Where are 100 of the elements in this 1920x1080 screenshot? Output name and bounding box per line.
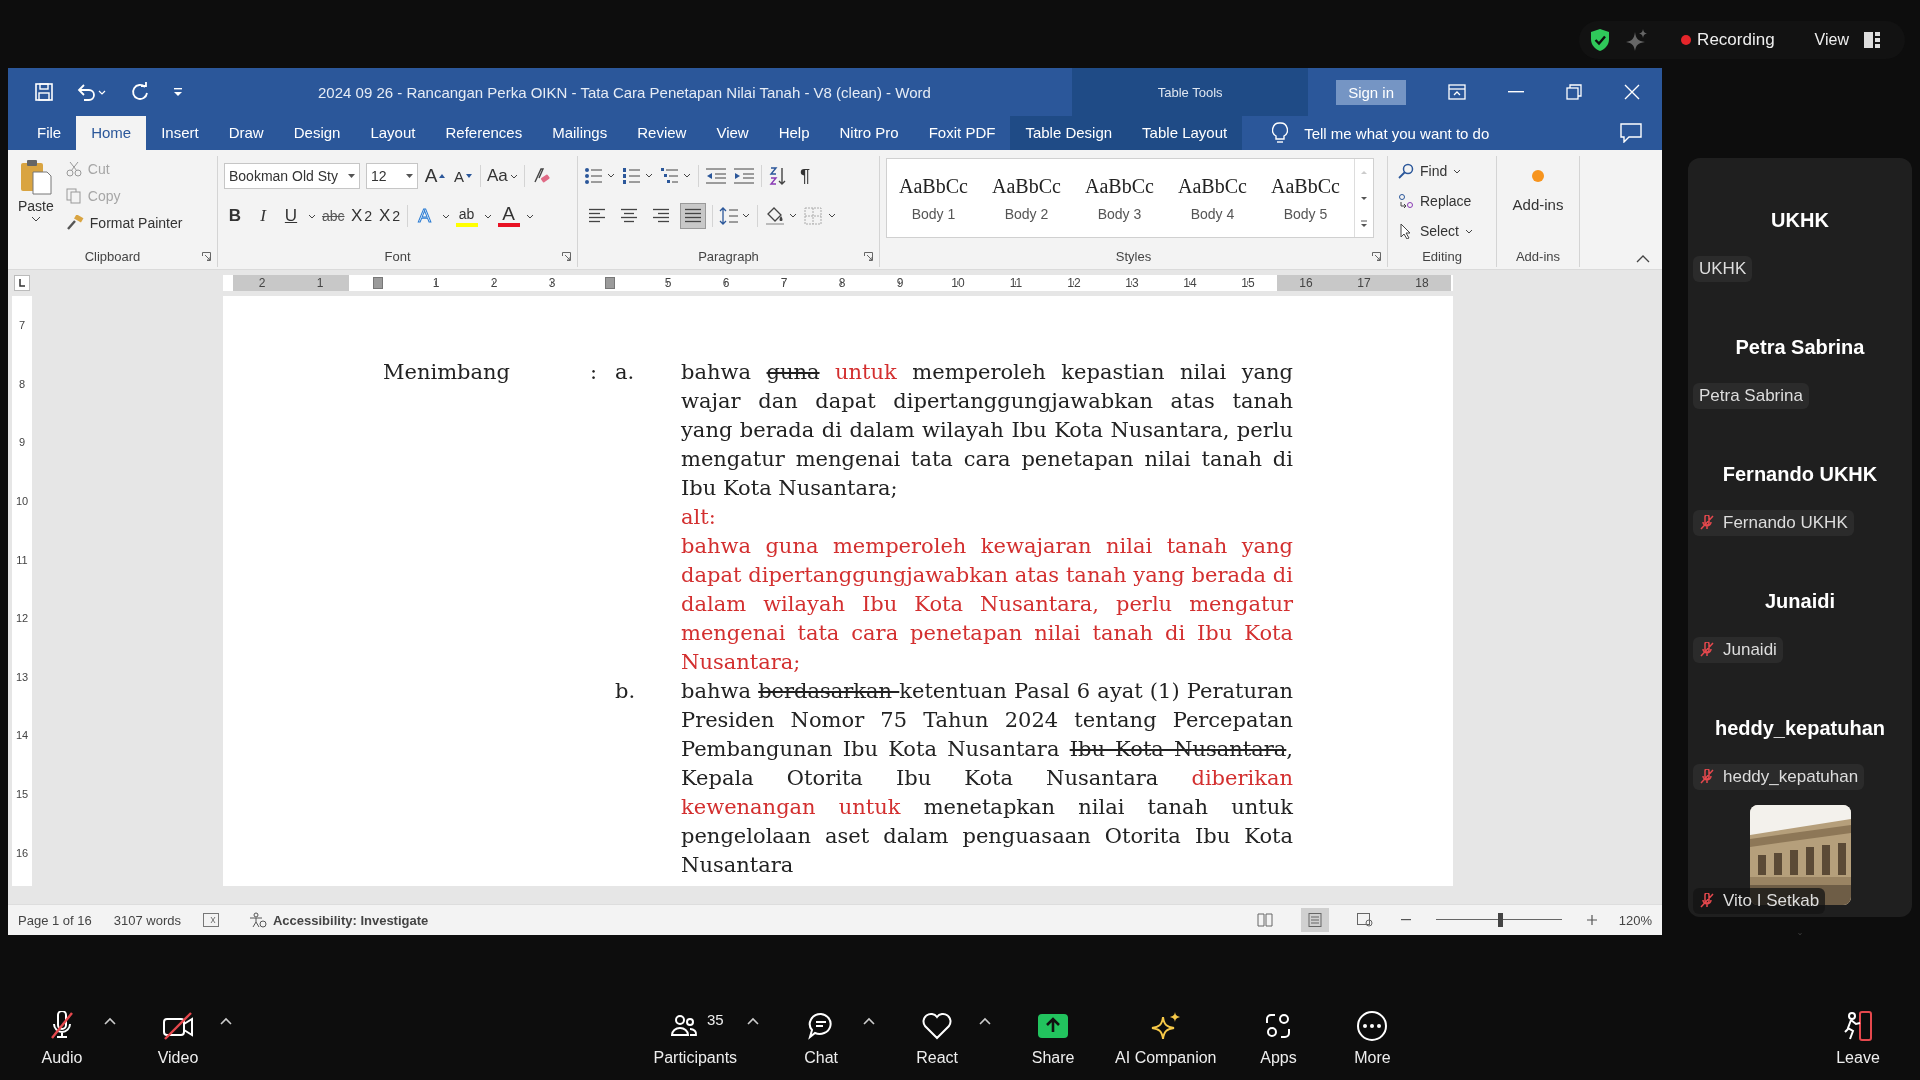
recording-label[interactable]: Recording: [1697, 30, 1775, 50]
caret-icon: [509, 173, 518, 179]
print-view-button[interactable]: [1300, 908, 1329, 932]
style-item[interactable]: AaBbCc Body 5: [1259, 159, 1352, 237]
view-button[interactable]: View: [1814, 31, 1849, 49]
ribbon-tab[interactable]: Draw: [213, 116, 279, 150]
leave-button[interactable]: Leave: [1826, 1008, 1890, 1067]
ruler-number: 9: [18, 436, 26, 449]
ribbon-tab[interactable]: Help: [763, 116, 825, 150]
grow-font-button[interactable]: A: [424, 163, 446, 189]
heart-button[interactable]: React: [905, 1008, 970, 1067]
bold-button[interactable]: B: [224, 203, 246, 229]
show-formatting-button[interactable]: ¶: [794, 163, 816, 189]
sort-icon[interactable]: [768, 166, 788, 186]
ribbon-tab[interactable]: Nitro Pro: [824, 116, 914, 150]
word-count[interactable]: 3107 words: [113, 912, 181, 928]
ribbon-tab[interactable]: Foxit PDF: [913, 116, 1011, 150]
ribbon-tab[interactable]: Home: [76, 116, 147, 150]
ruler-number: 14: [15, 729, 29, 742]
change-case-button[interactable]: Aa: [487, 163, 518, 189]
strikethrough-button[interactable]: abc: [322, 203, 345, 229]
style-item[interactable]: AaBbCc Body 2: [980, 159, 1073, 237]
select-button[interactable]: Select: [1398, 220, 1490, 242]
dialog-launcher-icon[interactable]: [562, 252, 571, 261]
zoom-in-icon[interactable]: [1586, 915, 1597, 925]
camera-button[interactable]: Video: [146, 1008, 210, 1067]
style-item[interactable]: AaBbCc Body 4: [1166, 159, 1259, 237]
dialog-launcher-icon[interactable]: [1372, 252, 1381, 261]
zoom-slider-thumb[interactable]: [1498, 913, 1504, 927]
undo-icon[interactable]: [76, 82, 108, 102]
ribbon-tab[interactable]: View: [701, 116, 764, 150]
ribbon-tab[interactable]: References: [430, 116, 538, 150]
increase-indent-icon[interactable]: [733, 167, 755, 185]
multilevel-list-icon[interactable]: [660, 167, 692, 185]
customize-caret-icon[interactable]: [172, 86, 184, 98]
column-marker-icon[interactable]: [605, 277, 615, 289]
paste-button[interactable]: Paste: [14, 156, 58, 245]
mic-button[interactable]: Audio: [30, 1008, 94, 1067]
sparkle-button[interactable]: AI Companion: [1115, 1008, 1217, 1067]
underline-button[interactable]: U: [280, 203, 302, 229]
decrease-indent-icon[interactable]: [705, 167, 727, 185]
numbering-icon[interactable]: [622, 167, 654, 185]
ribbon-tab[interactable]: Review: [622, 116, 702, 150]
dialog-launcher-icon[interactable]: [864, 252, 873, 261]
share-button[interactable]: Share: [1021, 1008, 1086, 1067]
comment-icon[interactable]: [1620, 123, 1642, 143]
style-item[interactable]: AaBbCc Body 3: [1073, 159, 1166, 237]
accessibility-icon[interactable]: [248, 912, 267, 928]
caret-icon[interactable]: [525, 213, 534, 219]
ribbon-tab[interactable]: Layout: [355, 116, 431, 150]
dialog-launcher-icon[interactable]: [202, 252, 211, 261]
bullets-icon[interactable]: [584, 167, 616, 185]
justify-button[interactable]: [680, 203, 706, 229]
add-ins-button[interactable]: Add-ins: [1512, 156, 1564, 245]
save-icon[interactable]: [34, 82, 54, 102]
sparkle-icon[interactable]: [1625, 28, 1650, 52]
accessibility-status[interactable]: Accessibility: Investigate: [272, 912, 429, 928]
italic-button[interactable]: I: [252, 203, 274, 229]
caret-icon[interactable]: [441, 213, 450, 219]
ribbon-tab[interactable]: Table Design: [1010, 116, 1128, 150]
column-marker-icon[interactable]: [373, 277, 383, 289]
line-spacing-icon[interactable]: [719, 207, 751, 225]
ribbon-tab[interactable]: File: [22, 116, 77, 150]
ribbon-tab[interactable]: Table Layout: [1127, 116, 1243, 150]
font-color-button[interactable]: A: [497, 205, 520, 227]
redo-icon[interactable]: [130, 82, 150, 102]
ribbon-tab[interactable]: Design: [278, 116, 356, 150]
recording-dot: [1681, 35, 1692, 45]
layout-icon[interactable]: [1863, 31, 1881, 49]
minimize-icon[interactable]: [1508, 91, 1524, 93]
proofing-icon[interactable]: [202, 913, 219, 927]
ribbon-display-icon[interactable]: [1448, 84, 1466, 100]
tab-selector-icon[interactable]: [14, 275, 30, 291]
font-name-field[interactable]: Bookman Old Sty: [224, 163, 360, 189]
participant-name: Junaidi: [1764, 589, 1836, 613]
ribbon-tab[interactable]: Insert: [146, 116, 214, 150]
more-button[interactable]: More: [1340, 1008, 1405, 1067]
lightbulb-icon[interactable]: [1272, 122, 1289, 144]
shading-icon[interactable]: [764, 206, 798, 226]
highlight-button[interactable]: ab: [455, 205, 478, 227]
caret-icon[interactable]: [483, 213, 492, 219]
shield-check-icon[interactable]: [1589, 28, 1612, 52]
format-painter-button[interactable]: Format Painter: [65, 212, 183, 234]
align-justify-icon: [684, 208, 702, 224]
style-item[interactable]: AaBbCc Body 1: [887, 159, 980, 237]
restore-icon[interactable]: [1566, 84, 1582, 100]
chat-button[interactable]: Chat: [789, 1008, 854, 1067]
shrink-font-button[interactable]: A: [452, 163, 474, 189]
page-count[interactable]: Page 1 of 16: [18, 912, 92, 928]
people-button[interactable]: 35 Participants: [653, 1008, 738, 1067]
ribbon-tab[interactable]: Mailings: [537, 116, 623, 150]
font-size-field[interactable]: 12: [366, 163, 418, 189]
apps-button[interactable]: Apps: [1246, 1008, 1311, 1067]
collapse-ribbon-icon[interactable]: [1636, 255, 1650, 263]
replace-button[interactable]: Replace: [1398, 190, 1490, 212]
zoom-level[interactable]: 120%: [1618, 912, 1652, 928]
find-button[interactable]: Find: [1398, 160, 1490, 182]
tell-me-field[interactable]: Tell me what you want to do: [1304, 124, 1490, 142]
close-icon[interactable]: [1624, 84, 1640, 100]
caret-icon[interactable]: [308, 213, 316, 219]
